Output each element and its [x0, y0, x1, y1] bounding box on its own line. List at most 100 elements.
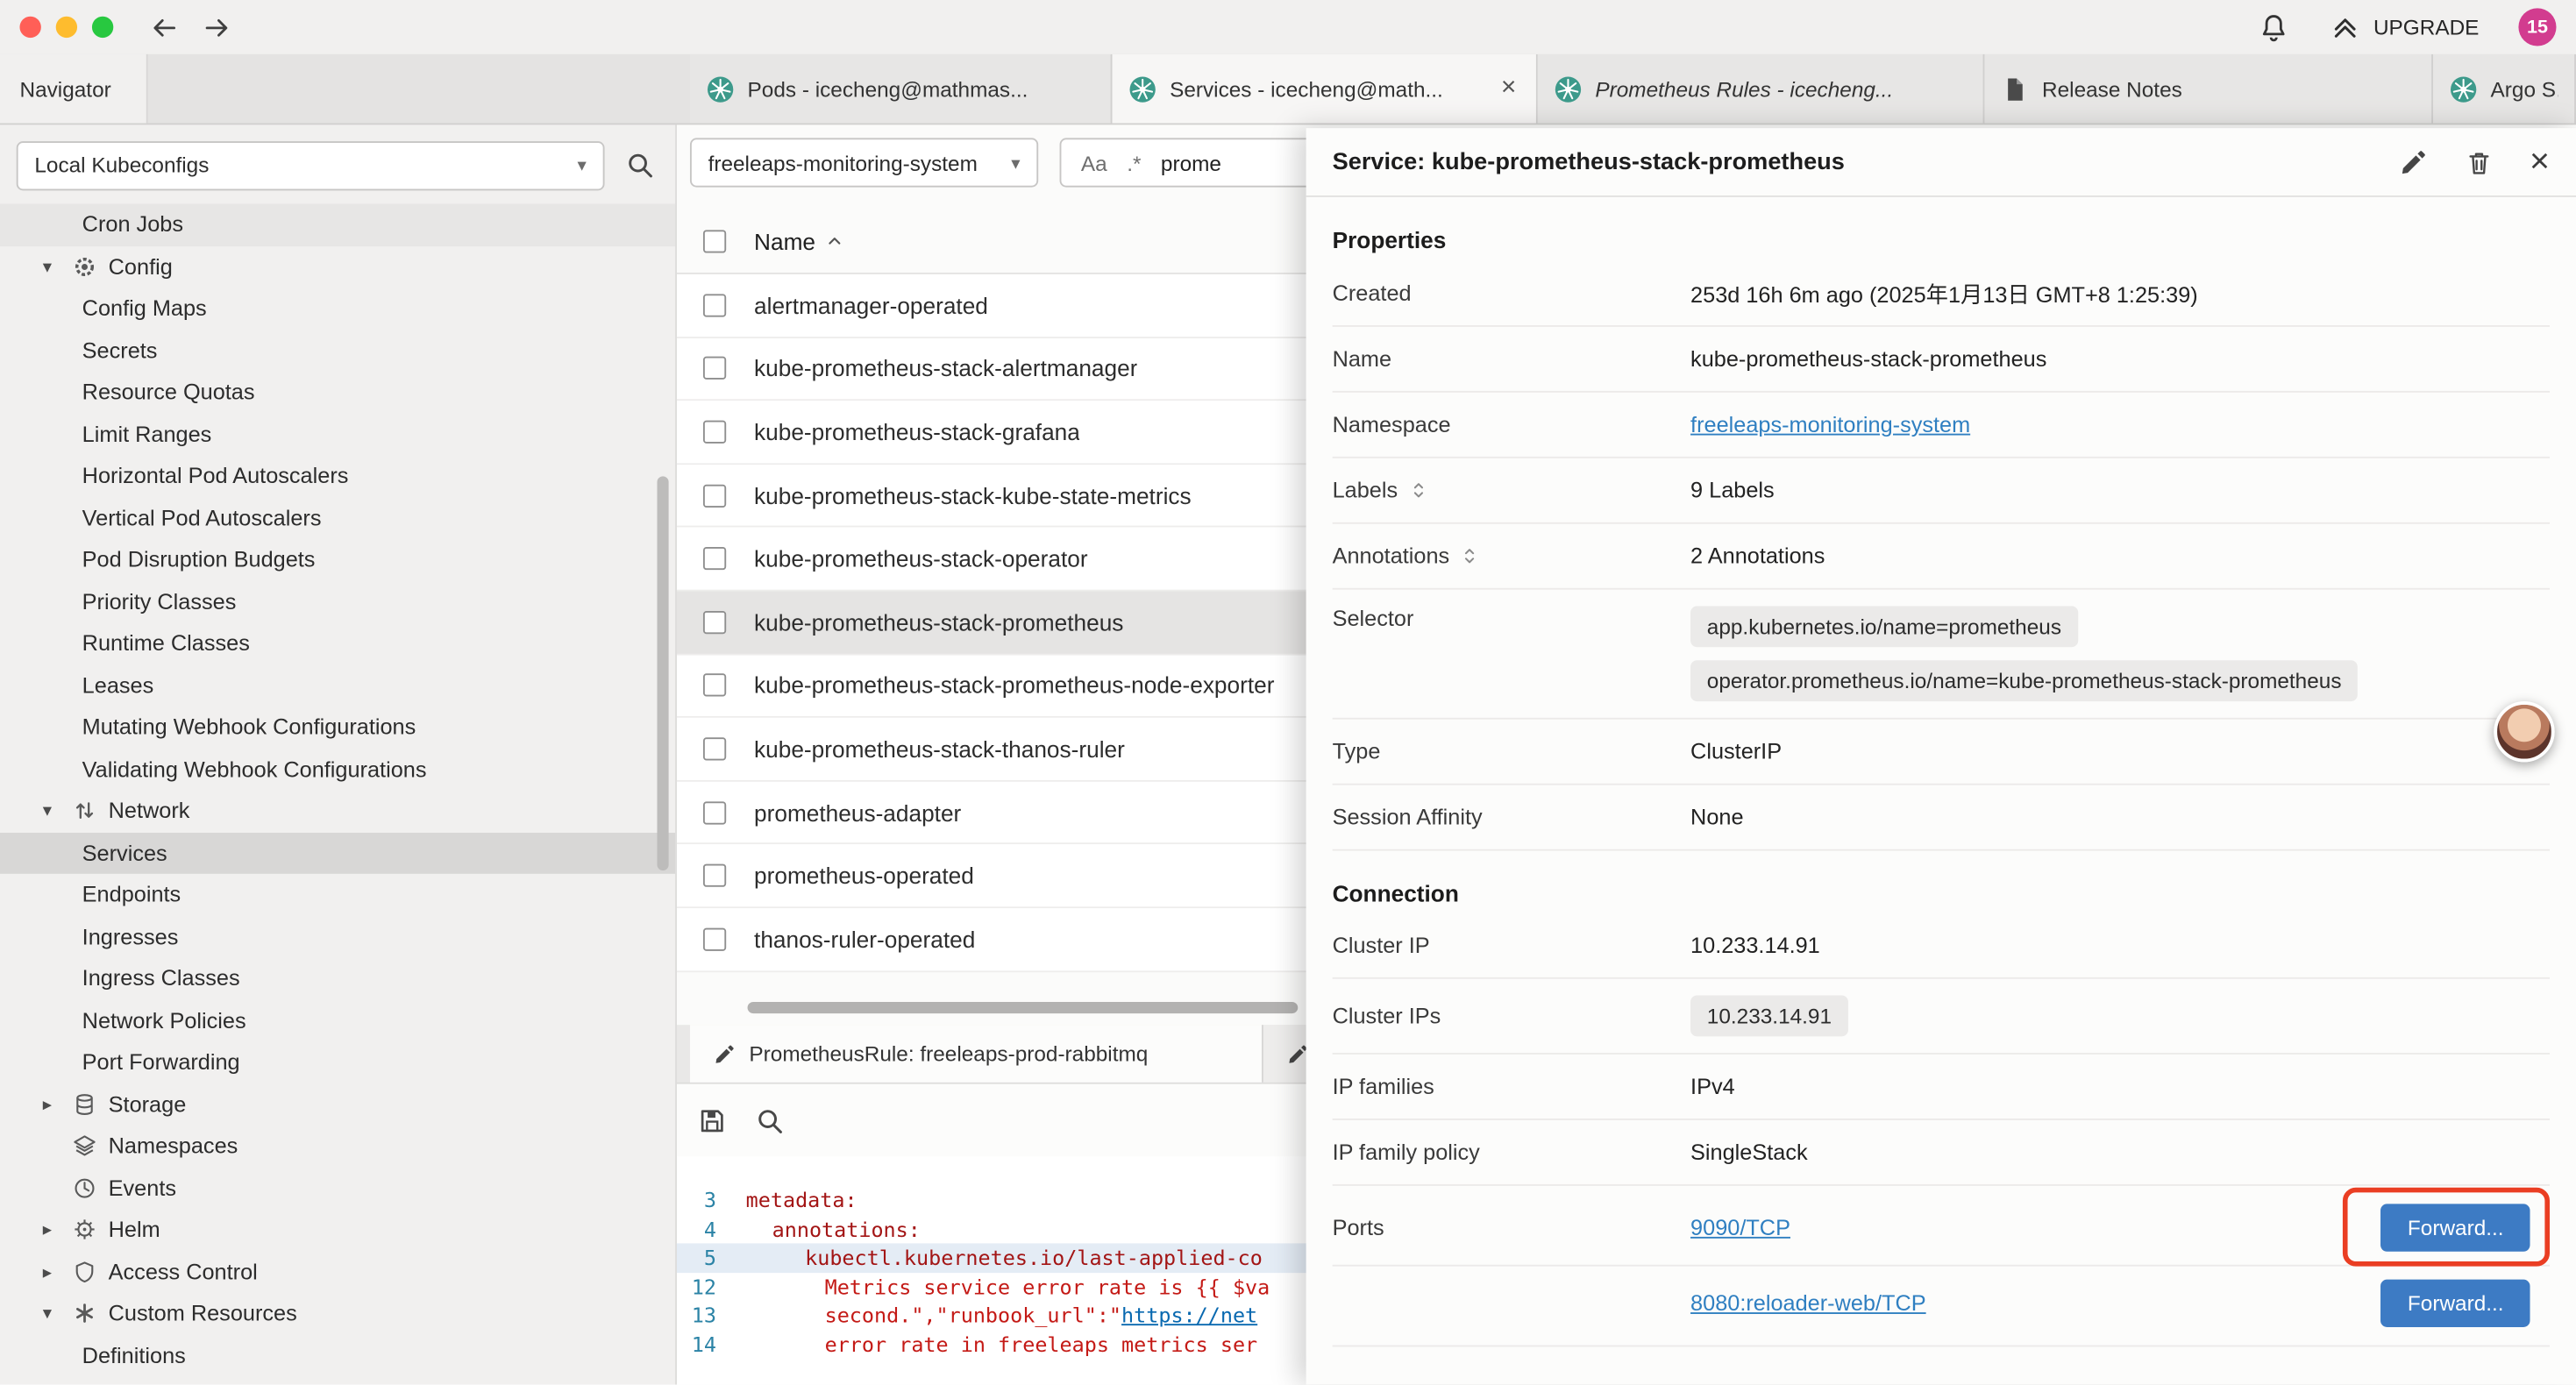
horizontal-scrollbar[interactable] [690, 1002, 1306, 1015]
minimize-window-button[interactable] [56, 17, 77, 38]
chevron-right-icon[interactable]: ▸ [43, 1093, 73, 1114]
sidebar-item-config-maps[interactable]: Config Maps [0, 288, 675, 330]
navigator-sidebar: Local Kubeconfigs ▾ Cron Jobs ▾ Config Conf… [0, 124, 677, 1384]
dock-tab-prometheusrule[interactable]: PrometheusRule: freeleaps-prod-rabbitmq [690, 1025, 1263, 1083]
sidebar-item-network[interactable]: ▾ Network [0, 790, 675, 832]
row-checkbox[interactable] [703, 547, 726, 570]
sidebar-item-leases[interactable]: Leases [0, 664, 675, 707]
row-checkbox[interactable] [703, 611, 726, 634]
tab-argo-s[interactable]: Argo S... [2433, 54, 2576, 124]
row-checkbox[interactable] [703, 737, 726, 760]
row-checkbox[interactable] [703, 357, 726, 380]
sidebar-item-limit-ranges[interactable]: Limit Ranges [0, 413, 675, 455]
match-case-toggle[interactable]: Aa [1081, 150, 1107, 174]
kubeconfig-select-value: Local Kubeconfigs [34, 153, 209, 177]
sidebar-item-ingresses[interactable]: Ingresses [0, 916, 675, 958]
sidebar-item-validating-webhook-configurations[interactable]: Validating Webhook Configurations [0, 748, 675, 790]
sidebar-item-label: Network [109, 799, 190, 823]
sidebar-item-custom-resources[interactable]: ▾Custom Resources [0, 1293, 675, 1335]
row-checkbox[interactable] [703, 674, 726, 697]
port-link[interactable]: 8080:reloader-web/TCP [1690, 1291, 1926, 1316]
sidebar-item-secrets[interactable]: Secrets [0, 330, 675, 372]
sidebar-item-config[interactable]: ▾ Config [0, 245, 675, 288]
sidebar-scrollbar[interactable] [657, 476, 668, 870]
property-row-ip-families: IP familiesIPv4 [1333, 1055, 2550, 1120]
sidebar-item-storage[interactable]: ▸Storage [0, 1083, 675, 1126]
property-label: Selector [1333, 606, 1690, 630]
sidebar-item-cron-jobs[interactable]: Cron Jobs [0, 203, 675, 245]
sidebar-item-resource-quotas[interactable]: Resource Quotas [0, 371, 675, 413]
forward-button[interactable]: Forward... [2381, 1280, 2530, 1327]
sidebar-item-endpoints[interactable]: Endpoints [0, 874, 675, 916]
sidebar-item-horizontal-pod-autoscalers[interactable]: Horizontal Pod Autoscalers [0, 455, 675, 497]
sidebar-item-label: Validating Webhook Configurations [82, 756, 427, 781]
zoom-window-button[interactable] [92, 17, 113, 38]
expand-updown-icon[interactable] [1459, 545, 1480, 566]
row-checkbox[interactable] [703, 294, 726, 316]
property-row-name: Namekube-prometheus-stack-prometheus [1333, 327, 2550, 393]
sidebar-item-namespaces[interactable]: Namespaces [0, 1125, 675, 1167]
column-header-name[interactable]: Name [754, 228, 847, 254]
floating-avatar[interactable] [2494, 701, 2554, 762]
kubeconfig-select[interactable]: Local Kubeconfigs ▾ [17, 140, 605, 189]
sidebar-item-priority-classes[interactable]: Priority Classes [0, 580, 675, 622]
expand-updown-icon[interactable] [1407, 479, 1428, 501]
sidebar-item-label: Config [109, 254, 173, 279]
sidebar-item-pod-disruption-budgets[interactable]: Pod Disruption Budgets [0, 539, 675, 581]
row-checkbox[interactable] [703, 421, 726, 444]
document-icon [2001, 75, 2029, 103]
sidebar-item-runtime-classes[interactable]: Runtime Classes [0, 622, 675, 664]
sidebar-item-definitions[interactable]: Definitions [0, 1334, 675, 1376]
edit-icon[interactable] [2398, 147, 2428, 177]
row-checkbox[interactable] [703, 484, 726, 507]
save-icon[interactable] [696, 1104, 728, 1136]
sidebar-item-label: Services [82, 841, 167, 865]
namespace-select[interactable]: freeleaps-monitoring-system ▾ [690, 138, 1038, 187]
search-icon[interactable] [624, 150, 656, 181]
chevron-down-icon[interactable]: ▾ [43, 1303, 73, 1324]
sidebar-item-label: Resource Quotas [82, 380, 255, 404]
trash-icon[interactable] [2464, 147, 2494, 177]
tab-label: Argo S... [2491, 76, 2558, 101]
port-link[interactable]: 9090/TCP [1690, 1216, 1790, 1240]
sidebar-item-helm[interactable]: ▸Helm [0, 1209, 675, 1251]
sidebar-item-vertical-pod-autoscalers[interactable]: Vertical Pod Autoscalers [0, 497, 675, 539]
row-checkbox[interactable] [703, 927, 726, 950]
sidebar-item-port-forwarding[interactable]: Port Forwarding [0, 1041, 675, 1083]
sidebar-item-services[interactable]: Services [0, 832, 675, 874]
namespace-link[interactable]: freeleaps-monitoring-system [1690, 412, 1970, 437]
tab-prometheus-rules-icecheng[interactable]: Prometheus Rules - icecheng... [1538, 54, 1985, 124]
chevron-right-icon[interactable]: ▸ [43, 1219, 73, 1240]
chevron-down-icon[interactable]: ▾ [43, 256, 73, 277]
tab-release-notes[interactable]: Release Notes [1984, 54, 2433, 124]
sidebar-item-access-control[interactable]: ▸Access Control [0, 1251, 675, 1293]
tab-pods-icecheng-mathmas[interactable]: Pods - icecheng@mathmas... [690, 54, 1113, 124]
select-all-checkbox[interactable] [703, 230, 726, 252]
sidebar-item-label: Mutating Webhook Configurations [82, 715, 416, 740]
sidebar-item-events[interactable]: Events [0, 1167, 675, 1209]
sidebar-item-network-policies[interactable]: Network Policies [0, 999, 675, 1041]
row-checkbox[interactable] [703, 864, 726, 887]
chevron-down-icon[interactable]: ▾ [43, 800, 73, 821]
search-icon[interactable] [754, 1104, 786, 1136]
regex-toggle[interactable]: .* [1127, 150, 1141, 174]
navigator-panel-tab[interactable]: Navigator [0, 54, 148, 124]
forward-icon[interactable] [202, 12, 231, 42]
forward-button[interactable]: Forward... [2381, 1204, 2530, 1251]
notification-count-badge[interactable]: 15 [2518, 8, 2556, 46]
sidebar-item-mutating-webhook-configurations[interactable]: Mutating Webhook Configurations [0, 707, 675, 749]
property-row-selector: Selectorapp.kubernetes.io/name=prometheu… [1333, 590, 2550, 720]
close-tab-icon[interactable]: × [1498, 74, 1519, 103]
sidebar-item-ingress-classes[interactable]: Ingress Classes [0, 957, 675, 999]
tab-services-icecheng-math[interactable]: Services - icecheng@math...× [1113, 54, 1538, 124]
scrollbar-thumb[interactable] [748, 1002, 1299, 1013]
property-label: Type [1333, 739, 1690, 764]
close-window-button[interactable] [19, 17, 40, 38]
notifications-bell-icon[interactable] [2257, 11, 2289, 43]
upgrade-button[interactable]: UPGRADE [2329, 11, 2479, 43]
row-checkbox[interactable] [703, 801, 726, 824]
back-icon[interactable] [150, 12, 180, 42]
chevron-right-icon[interactable]: ▸ [43, 1261, 73, 1282]
close-icon[interactable]: × [2530, 145, 2550, 179]
property-label: Session Affinity [1333, 805, 1690, 829]
